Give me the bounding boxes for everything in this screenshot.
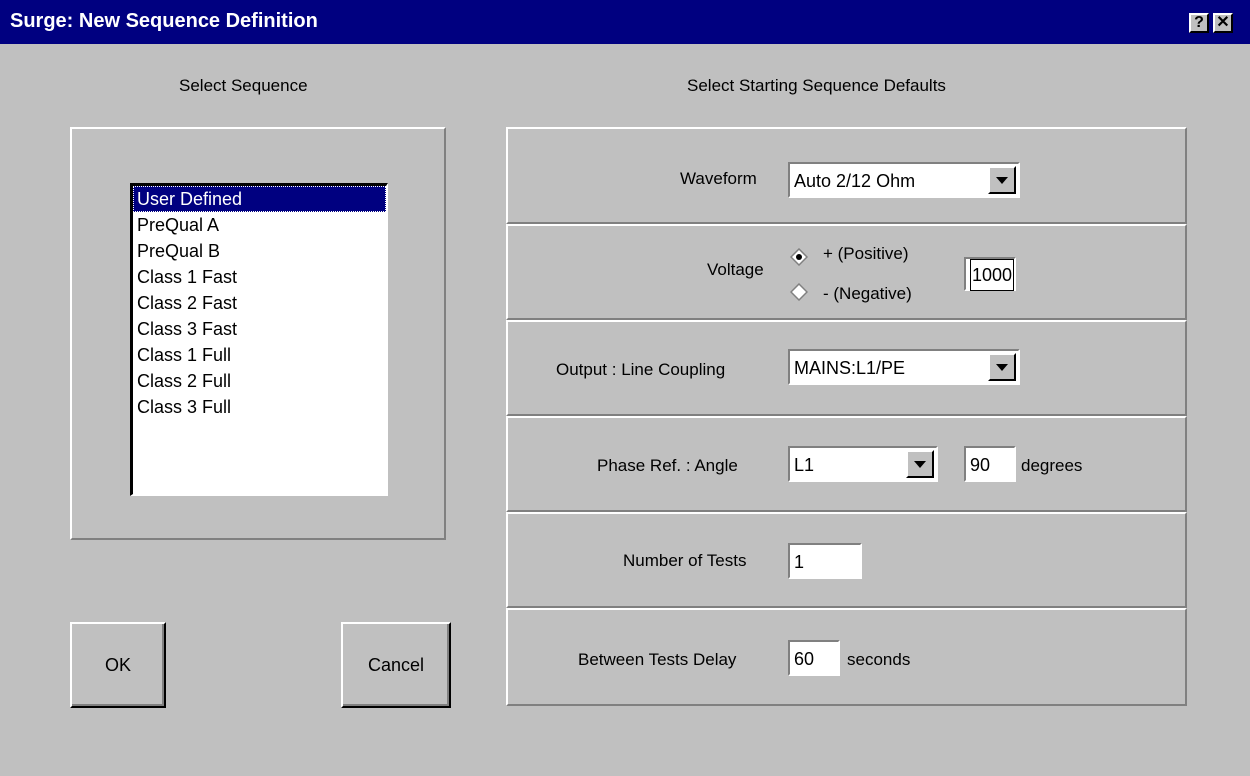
list-item[interactable]: Class 3 Fast xyxy=(133,316,386,342)
chevron-down-icon[interactable] xyxy=(988,353,1016,381)
help-button[interactable]: ? xyxy=(1189,13,1209,33)
window-title: Surge: New Sequence Definition xyxy=(10,10,318,32)
negative-radio[interactable] xyxy=(790,283,808,301)
delay-label: Between Tests Delay xyxy=(578,650,737,669)
defaults-heading: Select Starting Sequence Defaults xyxy=(687,76,946,95)
coupling-dropdown[interactable]: MAINS:L1/PE xyxy=(788,349,1020,385)
close-button[interactable]: ✕ xyxy=(1213,13,1233,33)
positive-label[interactable]: + (Positive) xyxy=(823,244,909,264)
voltage-panel xyxy=(506,224,1187,320)
phase-ref-dropdown[interactable]: L1 xyxy=(788,446,938,482)
close-icon: ✕ xyxy=(1216,14,1230,31)
dialog-window: Surge: New Sequence Definition ? ✕ Selec… xyxy=(0,0,1250,776)
sequence-list: User Defined PreQual A PreQual B Class 1 Fa… xyxy=(133,186,386,420)
angle-value: 90 xyxy=(970,455,991,475)
list-item[interactable]: PreQual B xyxy=(133,238,386,264)
tests-input[interactable]: 1 xyxy=(788,543,862,579)
list-item[interactable]: Class 1 Fast xyxy=(133,264,386,290)
cancel-button[interactable]: Cancel xyxy=(341,622,451,708)
chevron-down-icon[interactable] xyxy=(988,166,1016,194)
waveform-label: Waveform xyxy=(680,169,757,188)
list-item[interactable]: Class 2 Fast xyxy=(133,290,386,316)
positive-radio[interactable] xyxy=(790,248,808,266)
select-sequence-heading: Select Sequence xyxy=(179,76,308,95)
coupling-value: MAINS:L1/PE xyxy=(794,358,906,378)
angle-input[interactable]: 90 xyxy=(964,446,1016,482)
phase-ref-value: L1 xyxy=(794,455,815,475)
tests-value: 1 xyxy=(794,552,805,572)
waveform-dropdown[interactable]: Auto 2/12 Ohm xyxy=(788,162,1020,198)
seconds-label: seconds xyxy=(847,650,911,669)
waveform-value: Auto 2/12 Ohm xyxy=(794,171,916,191)
title-bar[interactable]: Surge: New Sequence Definition ? ✕ xyxy=(0,0,1250,44)
help-icon: ? xyxy=(1194,14,1204,31)
voltage-input[interactable]: 1000 xyxy=(964,257,1016,291)
sequence-listbox[interactable]: User Defined PreQual A PreQual B Class 1 Fa… xyxy=(130,183,388,496)
voltage-label: Voltage xyxy=(707,260,764,279)
list-item[interactable]: Class 2 Full xyxy=(133,368,386,394)
phase-label: Phase Ref. : Angle xyxy=(597,456,738,475)
list-item[interactable]: Class 3 Full xyxy=(133,394,386,420)
delay-value: 60 xyxy=(794,649,815,669)
voltage-value: 1000 xyxy=(970,259,1015,291)
tests-label: Number of Tests xyxy=(623,551,747,570)
chevron-down-icon[interactable] xyxy=(906,450,934,478)
list-item[interactable]: PreQual A xyxy=(133,212,386,238)
list-item[interactable]: User Defined xyxy=(133,186,386,212)
ok-button[interactable]: OK xyxy=(70,622,166,708)
negative-label[interactable]: - (Negative) xyxy=(823,284,912,304)
delay-input[interactable]: 60 xyxy=(788,640,840,676)
coupling-label: Output : Line Coupling xyxy=(556,360,726,379)
degrees-label: degrees xyxy=(1021,456,1083,475)
list-item[interactable]: Class 1 Full xyxy=(133,342,386,368)
